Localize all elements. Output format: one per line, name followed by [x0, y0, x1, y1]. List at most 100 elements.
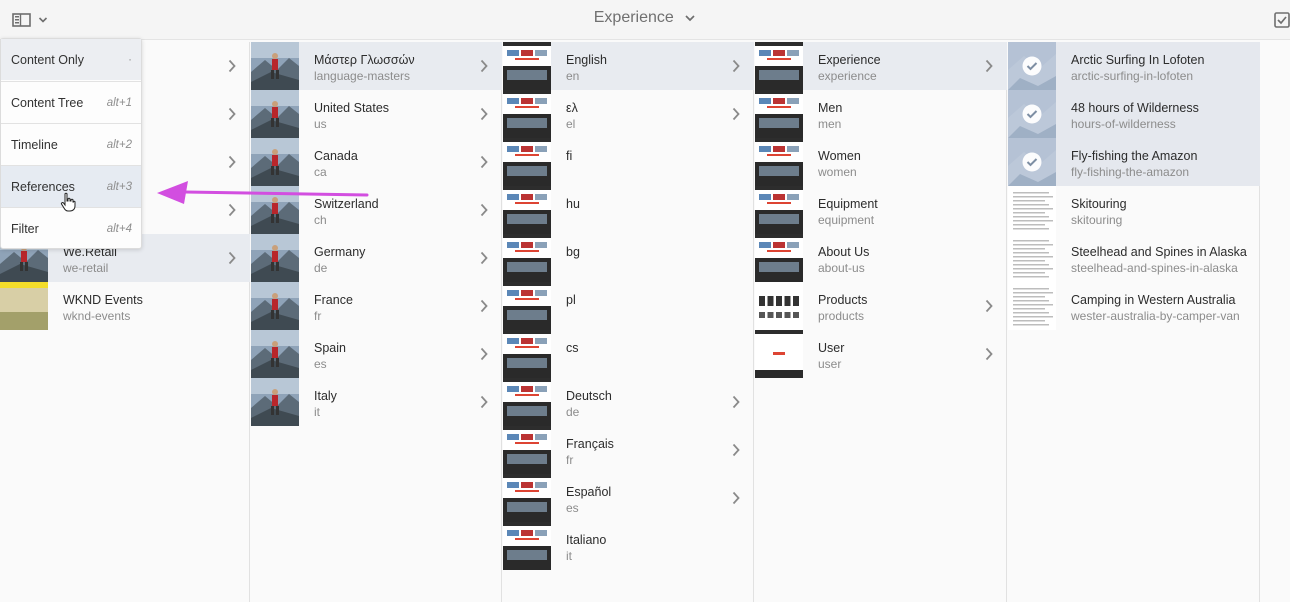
row-thumbnail[interactable]	[503, 42, 551, 90]
row-text: Arctic Surfing In Lofoten arctic-surfing-…	[1071, 52, 1251, 84]
list-item[interactable]: United States us	[251, 90, 502, 138]
menu-item-label: Content Tree	[11, 95, 84, 110]
row-thumbnail[interactable]	[503, 138, 551, 186]
document-thumbnail-image	[1008, 234, 1056, 282]
row-thumbnail[interactable]	[503, 90, 551, 138]
row-thumbnail[interactable]	[503, 378, 551, 426]
list-item[interactable]: User user	[755, 330, 1007, 378]
chevron-right-icon	[480, 203, 488, 217]
row-text: Español es	[566, 484, 746, 516]
list-item[interactable]: France fr	[251, 282, 502, 330]
list-item[interactable]: Italiano it	[503, 522, 754, 570]
select-checkbox-icon[interactable]	[1274, 12, 1290, 28]
row-subtitle: women	[818, 165, 857, 179]
row-thumbnail[interactable]	[1008, 282, 1056, 330]
list-item[interactable]: Women women	[755, 138, 1007, 186]
row-subtitle: hours-of-wilderness	[1071, 117, 1176, 131]
row-title: Italy	[314, 389, 337, 403]
list-item[interactable]: Products products	[755, 282, 1007, 330]
row-title: Steelhead and Spines in Alaska	[1071, 245, 1247, 259]
list-item[interactable]: Deutsch de	[503, 378, 754, 426]
menu-item-content-only[interactable]: Content Only ·	[1, 39, 141, 80]
row-thumbnail[interactable]	[1008, 186, 1056, 234]
row-thumbnail[interactable]	[0, 282, 48, 330]
list-item[interactable]: Skitouring skitouring	[1008, 186, 1260, 234]
row-thumbnail[interactable]	[755, 234, 803, 282]
chevron-right-icon	[732, 59, 740, 73]
row-thumbnail[interactable]	[251, 234, 299, 282]
list-item[interactable]: Français fr	[503, 426, 754, 474]
menu-item-content-tree[interactable]: Content Tree alt+1	[1, 82, 141, 123]
row-title: Camping in Western Australia	[1071, 293, 1236, 307]
selected-overlay	[1008, 138, 1056, 186]
row-thumbnail[interactable]	[755, 282, 803, 330]
menu-item-timeline[interactable]: Timeline alt+2	[1, 124, 141, 165]
row-text: bg	[566, 244, 746, 260]
page-title-label: Experience	[593, 9, 674, 26]
row-text: Women women	[818, 148, 998, 180]
list-item[interactable]: Germany de	[251, 234, 502, 282]
row-thumbnail[interactable]	[503, 330, 551, 378]
row-thumbnail[interactable]	[1008, 234, 1056, 282]
row-title: 48 hours of Wilderness	[1071, 101, 1199, 115]
list-item[interactable]: fi	[503, 138, 754, 186]
list-item[interactable]: 48 hours of Wilderness hours-of-wildernes…	[1008, 90, 1260, 138]
list-item[interactable]: pl	[503, 282, 754, 330]
list-item[interactable]: cs	[503, 330, 754, 378]
menu-item-shortcut: alt+2	[106, 138, 132, 151]
list-item[interactable]: English en	[503, 42, 754, 90]
list-item[interactable]: hu	[503, 186, 754, 234]
row-thumbnail[interactable]	[503, 426, 551, 474]
row-thumbnail[interactable]	[755, 330, 803, 378]
page-title[interactable]: Experience	[0, 9, 1290, 27]
row-thumbnail[interactable]	[251, 378, 299, 426]
row-thumbnail[interactable]	[755, 42, 803, 90]
row-thumbnail[interactable]	[755, 186, 803, 234]
list-item[interactable]: Steelhead and Spines in Alaska steelhead-…	[1008, 234, 1260, 282]
list-item[interactable]: Spain es	[251, 330, 502, 378]
page-thumbnail-image	[503, 138, 551, 186]
list-item[interactable]: ελ el	[503, 90, 754, 138]
row-thumbnail[interactable]	[503, 186, 551, 234]
list-item[interactable]: Arctic Surfing In Lofoten arctic-surfing-…	[1008, 42, 1260, 90]
menu-item-dot: ·	[128, 53, 132, 66]
list-item[interactable]: Men men	[755, 90, 1007, 138]
selected-overlay	[1008, 42, 1056, 90]
row-title: Germany	[314, 245, 366, 259]
list-item[interactable]: Italy it	[251, 378, 502, 426]
row-text: Μάστερ Γλωσσών language-masters	[314, 52, 494, 84]
list-item[interactable]: Μάστερ Γλωσσών language-masters	[251, 42, 502, 90]
row-thumbnail[interactable]	[1008, 138, 1056, 186]
row-text: Canada ca	[314, 148, 494, 180]
list-item[interactable]: Fly-fishing the Amazon fly-fishing-the-am…	[1008, 138, 1260, 186]
row-thumbnail[interactable]	[1008, 90, 1056, 138]
list-item[interactable]: Español es	[503, 474, 754, 522]
list-item[interactable]: Camping in Western Australia wester-austr…	[1008, 282, 1260, 330]
row-thumbnail[interactable]	[251, 330, 299, 378]
row-thumbnail[interactable]	[503, 234, 551, 282]
row-title: ελ	[566, 101, 578, 115]
row-text: Products products	[818, 292, 998, 324]
row-title: Fly-fishing the Amazon	[1071, 149, 1198, 163]
row-thumbnail[interactable]	[1008, 42, 1056, 90]
list-item[interactable]: Equipment equipment	[755, 186, 1007, 234]
row-text: English en	[566, 52, 746, 84]
row-subtitle: fr	[566, 453, 574, 467]
menu-item-filter[interactable]: Filter alt+4	[1, 208, 141, 249]
list-item[interactable]: bg	[503, 234, 754, 282]
row-title: pl	[566, 293, 576, 307]
row-thumbnail[interactable]	[755, 138, 803, 186]
row-thumbnail[interactable]	[503, 474, 551, 522]
list-item[interactable]: About Us about-us	[755, 234, 1007, 282]
row-thumbnail[interactable]	[251, 282, 299, 330]
menu-item-label: Timeline	[11, 137, 58, 152]
row-thumbnail[interactable]	[503, 282, 551, 330]
row-thumbnail[interactable]	[251, 42, 299, 90]
row-text: WKND Events wknd-events	[63, 292, 243, 324]
row-thumbnail[interactable]	[755, 90, 803, 138]
page-thumbnail-image	[503, 378, 551, 426]
list-item[interactable]: WKND Events wknd-events	[0, 282, 250, 330]
row-thumbnail[interactable]	[251, 90, 299, 138]
list-item[interactable]: Experience experience	[755, 42, 1007, 90]
row-thumbnail[interactable]	[503, 522, 551, 570]
